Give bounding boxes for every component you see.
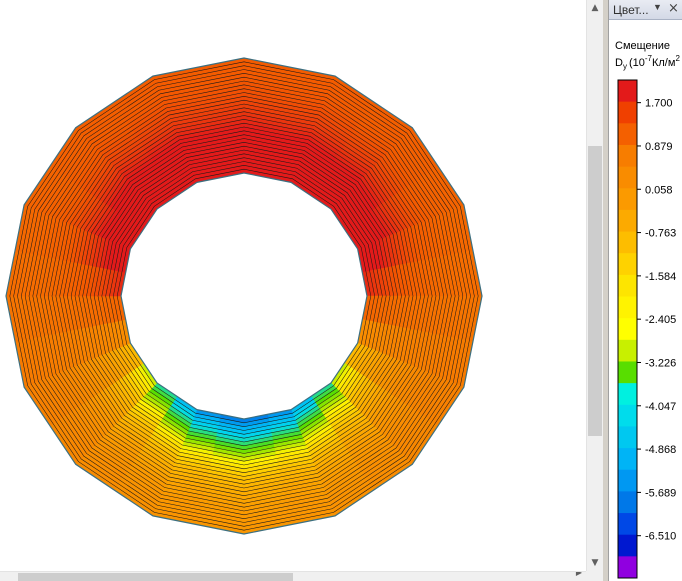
vertical-scrollbar[interactable]: ▲ ▼ — [586, 0, 603, 571]
legend-label: -4.868 — [645, 444, 676, 456]
legend-label: -0.763 — [645, 228, 676, 240]
legend-band — [618, 556, 637, 579]
scroll-corner — [586, 571, 603, 581]
legend-band — [618, 253, 637, 276]
scroll-down-arrow-icon[interactable]: ▼ — [587, 555, 603, 571]
vertical-scroll-thumb[interactable] — [588, 146, 602, 436]
legend-labels: 1.700 0.879 0.058 -0.763 -1.584 -2.405 -3.226 -… — [637, 98, 676, 543]
legend-band — [618, 491, 637, 514]
legend-band — [618, 426, 637, 449]
horizontal-scroll-thumb[interactable] — [18, 573, 293, 581]
legend-unit-suffix: Кл/м — [652, 57, 675, 69]
legend-label: -3.226 — [645, 357, 676, 369]
legend-unit-prefix: (10 — [629, 57, 645, 69]
legend-band — [618, 318, 637, 341]
legend-band — [618, 404, 637, 427]
legend-band — [618, 80, 637, 103]
legend-label: -5.689 — [645, 487, 676, 499]
legend-label: -2.405 — [645, 314, 676, 326]
legend-color-bar — [617, 79, 638, 579]
panel-title-bar[interactable]: Цвет... ▼ × — [609, 0, 682, 20]
legend-band — [618, 231, 637, 254]
legend-label: 1.700 — [645, 98, 673, 110]
legend-band — [618, 469, 637, 492]
legend-quantity: D — [615, 57, 623, 69]
legend-band — [618, 383, 637, 406]
legend-quantity-subscript: y — [623, 62, 627, 71]
legend-band — [618, 101, 637, 124]
legend-band — [618, 339, 637, 362]
plot-viewport[interactable] — [0, 0, 586, 571]
legend-band — [618, 188, 637, 211]
scroll-up-arrow-icon[interactable]: ▲ — [587, 0, 603, 16]
contour-plot — [5, 57, 483, 535]
legend-unit: Dy (10-7Кл/м2 — [615, 54, 680, 71]
close-icon[interactable]: × — [668, 1, 679, 16]
legend-band — [618, 513, 637, 536]
panel-title: Цвет... — [613, 3, 649, 17]
legend-band — [618, 448, 637, 471]
legend-band — [618, 123, 637, 146]
legend-band — [618, 144, 637, 168]
legend-label: -6.510 — [645, 531, 676, 543]
legend-band — [618, 361, 637, 384]
legend-title: Смещение — [615, 40, 670, 52]
color-legend: Смещение Dy (10-7Кл/м2 1.700 0.879 0.058 -0.… — [615, 40, 680, 579]
legend-band — [618, 534, 637, 557]
scroll-right-arrow-icon[interactable]: ▶ — [576, 572, 582, 577]
horizontal-scrollbar[interactable]: ▶ — [0, 571, 586, 581]
legend-band — [618, 296, 637, 319]
ring-boundary — [120, 172, 368, 420]
legend-band — [618, 274, 637, 297]
legend-label: -1.584 — [645, 271, 676, 283]
legend-label: 0.058 — [645, 184, 673, 196]
legend-band — [618, 166, 637, 189]
ring-cells — [5, 57, 483, 535]
legend-unit-power: 2 — [675, 54, 680, 63]
color-legend-panel: Цвет... ▼ × Смещение Dy (10-7Кл/м2 1.700 0… — [608, 0, 682, 581]
legend-label: -4.047 — [645, 401, 676, 413]
legend-label: 0.879 — [645, 141, 673, 153]
legend-band — [618, 209, 637, 232]
dropdown-arrow-icon[interactable]: ▼ — [653, 2, 662, 12]
